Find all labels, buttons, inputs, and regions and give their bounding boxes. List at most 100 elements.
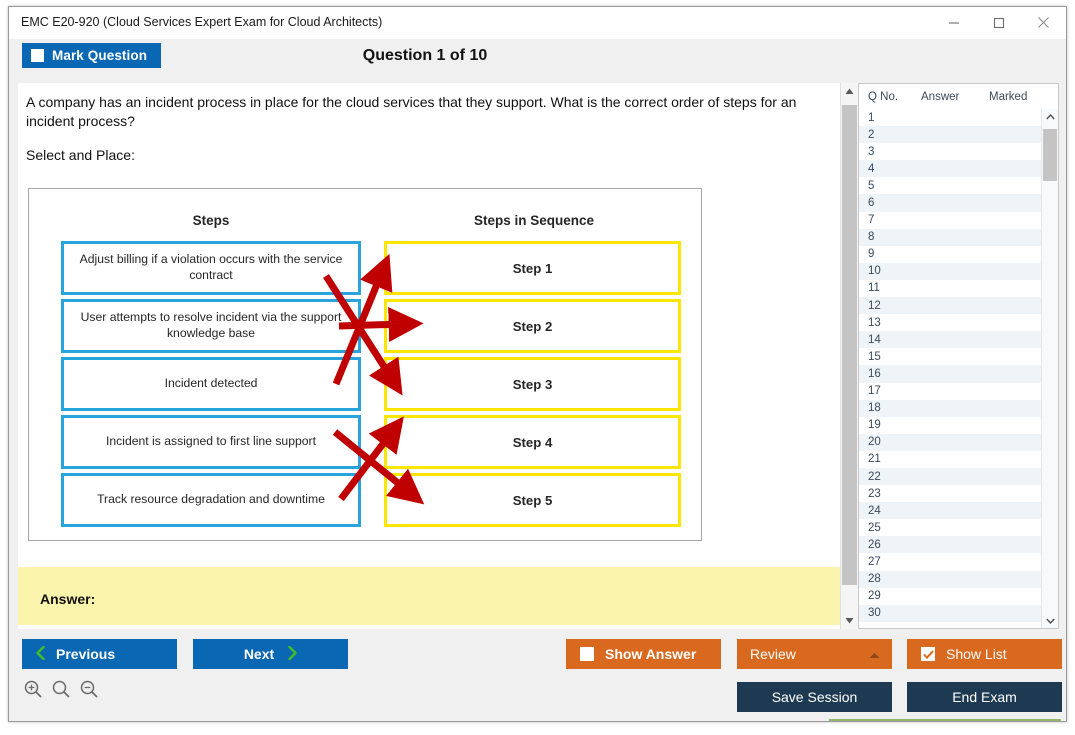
sequence-drop-target[interactable]: Step 1	[384, 241, 681, 295]
review-label: Review	[750, 646, 796, 662]
review-dropdown[interactable]: Review	[737, 639, 892, 669]
content-vertical-scrollbar[interactable]	[840, 83, 858, 629]
row-qno: 7	[859, 214, 921, 226]
step-source-item[interactable]: User attempts to resolve incident via th…	[61, 299, 361, 353]
question-instruction: Select and Place:	[26, 147, 135, 163]
sequence-drop-target[interactable]: Step 3	[384, 357, 681, 411]
content-scrollbar-thumb[interactable]	[842, 105, 857, 585]
row-qno: 11	[859, 282, 921, 294]
question-list-row[interactable]: 25	[859, 519, 1043, 536]
question-list-row[interactable]: 2	[859, 126, 1043, 143]
question-list-row[interactable]: 7	[859, 212, 1043, 229]
question-list-row[interactable]: 10	[859, 263, 1043, 280]
question-list-row[interactable]: 24	[859, 502, 1043, 519]
maximize-button[interactable]	[976, 7, 1021, 38]
question-list-header: Q No. Answer Marked	[859, 84, 1058, 109]
zoom-in-icon[interactable]	[23, 679, 43, 704]
row-qno: 12	[859, 300, 921, 312]
question-list-row[interactable]: 22	[859, 468, 1043, 485]
step-source-item[interactable]: Track resource degradation and downtime	[61, 473, 361, 527]
save-session-label: Save Session	[772, 689, 858, 705]
show-answer-checkbox[interactable]	[580, 647, 594, 661]
end-exam-button[interactable]: End Exam	[907, 682, 1062, 712]
row-qno: 13	[859, 317, 921, 329]
row-qno: 5	[859, 180, 921, 192]
next-button[interactable]: Next	[193, 639, 348, 669]
title-bar: EMC E20-920 (Cloud Services Expert Exam …	[9, 7, 1066, 39]
show-answer-button[interactable]: Show Answer	[566, 639, 721, 669]
question-list-row[interactable]: 23	[859, 485, 1043, 502]
step-source-item[interactable]: Incident is assigned to first line suppo…	[61, 415, 361, 469]
question-list-row[interactable]: 17	[859, 383, 1043, 400]
question-header-bar: Mark Question Question 1 of 10	[9, 39, 1066, 77]
question-list-row[interactable]: 18	[859, 400, 1043, 417]
bottom-action-bar: Previous Next Show Answer Review Show Li…	[9, 631, 1066, 721]
question-list-row[interactable]: 13	[859, 314, 1043, 331]
column-header-answer: Answer	[921, 91, 989, 103]
question-list-row[interactable]: 26	[859, 536, 1043, 553]
show-list-label: Show List	[946, 646, 1007, 662]
sequence-drop-target[interactable]: Step 4	[384, 415, 681, 469]
question-list-row[interactable]: 5	[859, 177, 1043, 194]
question-list-scrollbar[interactable]	[1041, 109, 1058, 629]
question-list-row[interactable]: 1	[859, 109, 1043, 126]
zoom-reset-icon[interactable]	[51, 679, 71, 704]
sequence-column-title: Steps in Sequence	[379, 213, 689, 228]
question-list-row[interactable]: 30	[859, 605, 1043, 622]
row-qno: 9	[859, 248, 921, 260]
scroll-down-icon[interactable]	[841, 612, 858, 629]
step-source-item[interactable]: Adjust billing if a violation occurs wit…	[61, 241, 361, 295]
question-list-row[interactable]: 14	[859, 331, 1043, 348]
row-qno: 3	[859, 146, 921, 158]
question-list-row[interactable]: 3	[859, 143, 1043, 160]
status-accent-strip	[829, 719, 1061, 721]
close-icon	[1037, 16, 1050, 29]
question-list-row[interactable]: 21	[859, 451, 1043, 468]
show-list-button[interactable]: Show List	[907, 639, 1062, 669]
step-source-item[interactable]: Incident detected	[61, 357, 361, 411]
question-list-row[interactable]: 27	[859, 553, 1043, 570]
row-qno: 25	[859, 522, 921, 534]
drag-and-drop-diagram: Steps Steps in Sequence Adjust billing i…	[28, 188, 702, 541]
list-scroll-down-icon[interactable]	[1042, 613, 1058, 629]
question-list-row[interactable]: 29	[859, 588, 1043, 605]
row-qno: 22	[859, 471, 921, 483]
answer-label: Answer:	[40, 591, 95, 607]
sequence-drop-target[interactable]: Step 5	[384, 473, 681, 527]
column-header-marked: Marked	[989, 91, 1051, 103]
question-list-row[interactable]: 9	[859, 246, 1043, 263]
previous-button[interactable]: Previous	[22, 639, 177, 669]
zoom-toolbar	[23, 679, 99, 704]
row-qno: 29	[859, 590, 921, 602]
minimize-button[interactable]	[931, 7, 976, 38]
chevron-up-icon[interactable]	[869, 646, 880, 662]
list-scrollbar-thumb[interactable]	[1043, 129, 1057, 181]
question-list-row[interactable]: 11	[859, 280, 1043, 297]
list-scroll-up-icon[interactable]	[1042, 109, 1058, 125]
question-list-row[interactable]: 12	[859, 297, 1043, 314]
question-list-row[interactable]: 20	[859, 434, 1043, 451]
zoom-out-icon[interactable]	[79, 679, 99, 704]
question-list-row[interactable]: 4	[859, 160, 1043, 177]
question-list-row[interactable]: 28	[859, 571, 1043, 588]
question-list-row[interactable]: 6	[859, 194, 1043, 211]
row-qno: 2	[859, 129, 921, 141]
row-qno: 30	[859, 607, 921, 619]
chevron-right-icon	[288, 646, 297, 663]
show-answer-label: Show Answer	[605, 646, 696, 662]
column-header-qno: Q No.	[859, 91, 921, 103]
show-list-checkbox[interactable]	[921, 647, 935, 661]
question-list-row[interactable]: 15	[859, 348, 1043, 365]
question-list-row[interactable]: 16	[859, 365, 1043, 382]
row-qno: 8	[859, 231, 921, 243]
close-button[interactable]	[1021, 7, 1066, 38]
question-stem-text: A company has an incident process in pla…	[26, 93, 826, 131]
scroll-up-icon[interactable]	[841, 83, 858, 100]
row-qno: 14	[859, 334, 921, 346]
save-session-button[interactable]: Save Session	[737, 682, 892, 712]
question-list-row[interactable]: 8	[859, 229, 1043, 246]
sequence-drop-target[interactable]: Step 2	[384, 299, 681, 353]
question-list-row[interactable]: 19	[859, 417, 1043, 434]
steps-column-title: Steps	[47, 213, 375, 228]
next-button-label: Next	[244, 646, 274, 662]
